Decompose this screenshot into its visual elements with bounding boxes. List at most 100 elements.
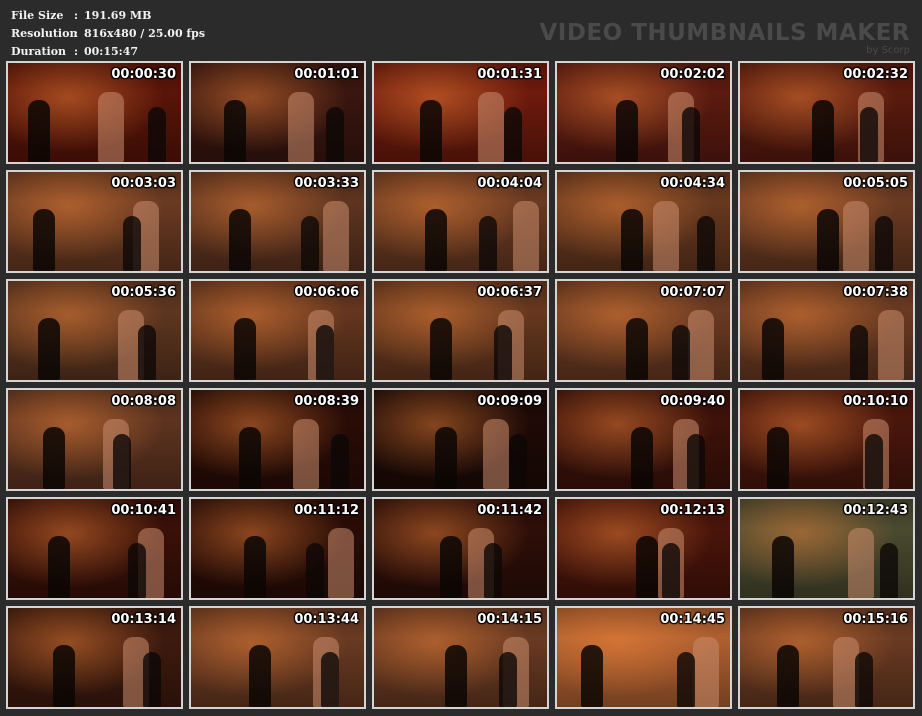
timestamp-label: 00:05:36 bbox=[111, 285, 176, 300]
timestamp-label: 00:10:10 bbox=[843, 394, 908, 409]
timestamp-label: 00:12:43 bbox=[843, 503, 908, 518]
file-size-value: 191.69 MB bbox=[84, 9, 152, 22]
figure-silhouette bbox=[138, 325, 156, 380]
figure-silhouette bbox=[848, 528, 874, 598]
duration-label: Duration bbox=[11, 45, 67, 58]
video-thumbnail[interactable]: 00:03:33 bbox=[189, 170, 366, 273]
resolution-value: 816x480 / 25.00 fps bbox=[84, 27, 206, 40]
video-thumbnail[interactable]: 00:10:10 bbox=[738, 388, 915, 491]
timestamp-label: 00:01:31 bbox=[477, 67, 542, 82]
figure-silhouette bbox=[817, 209, 839, 271]
video-thumbnail[interactable]: 00:09:40 bbox=[555, 388, 732, 491]
figure-silhouette bbox=[687, 434, 705, 489]
timestamp-label: 00:13:14 bbox=[111, 612, 176, 627]
video-thumbnail[interactable]: 00:07:07 bbox=[555, 279, 732, 382]
figure-silhouette bbox=[494, 325, 512, 380]
video-thumbnail[interactable]: 00:01:01 bbox=[189, 61, 366, 164]
figure-silhouette bbox=[143, 652, 161, 707]
video-thumbnail[interactable]: 00:10:41 bbox=[6, 497, 183, 600]
video-thumbnail[interactable]: 00:01:31 bbox=[372, 61, 549, 164]
figure-silhouette bbox=[331, 434, 349, 489]
timestamp-label: 00:01:01 bbox=[294, 67, 359, 82]
figure-silhouette bbox=[326, 107, 344, 162]
figure-silhouette bbox=[98, 92, 124, 162]
figure-silhouette bbox=[48, 536, 70, 598]
figure-silhouette bbox=[244, 536, 266, 598]
figure-silhouette bbox=[28, 100, 50, 162]
figure-silhouette bbox=[672, 325, 690, 380]
timestamp-label: 00:12:13 bbox=[660, 503, 725, 518]
figure-silhouette bbox=[38, 318, 60, 380]
timestamp-label: 00:11:42 bbox=[477, 503, 542, 518]
file-info-panel: File Size : 191.69 MB Resolution : 816x4… bbox=[11, 7, 205, 61]
timestamp-label: 00:04:04 bbox=[477, 176, 542, 191]
video-thumbnail[interactable]: 00:06:06 bbox=[189, 279, 366, 382]
timestamp-label: 00:09:40 bbox=[660, 394, 725, 409]
video-thumbnail[interactable]: 00:02:02 bbox=[555, 61, 732, 164]
duration-row: Duration : 00:15:47 bbox=[11, 43, 205, 61]
figure-silhouette bbox=[677, 652, 695, 707]
figure-silhouette bbox=[479, 216, 497, 271]
video-thumbnail[interactable]: 00:04:04 bbox=[372, 170, 549, 273]
watermark-title: VIDEO THUMBNAILS MAKER bbox=[539, 20, 910, 46]
video-thumbnail[interactable]: 00:04:34 bbox=[555, 170, 732, 273]
watermark: VIDEO THUMBNAILS MAKER by Scorp bbox=[539, 20, 910, 56]
figure-silhouette bbox=[513, 201, 539, 271]
video-thumbnail[interactable]: 00:12:13 bbox=[555, 497, 732, 600]
separator: : bbox=[74, 9, 79, 22]
figure-silhouette bbox=[772, 536, 794, 598]
duration-value: 00:15:47 bbox=[84, 45, 139, 58]
figure-silhouette bbox=[301, 216, 319, 271]
video-thumbnail[interactable]: 00:13:44 bbox=[189, 606, 366, 709]
figure-silhouette bbox=[113, 434, 131, 489]
timestamp-label: 00:02:02 bbox=[660, 67, 725, 82]
video-thumbnail[interactable]: 00:08:08 bbox=[6, 388, 183, 491]
thumbnail-grid: 00:00:30 00:01:01 00:01:31 00:02:02 00:02:32… bbox=[6, 61, 915, 709]
video-thumbnail[interactable]: 00:11:12 bbox=[189, 497, 366, 600]
figure-silhouette bbox=[662, 543, 680, 598]
timestamp-label: 00:03:03 bbox=[111, 176, 176, 191]
video-thumbnail[interactable]: 00:11:42 bbox=[372, 497, 549, 600]
timestamp-label: 00:14:15 bbox=[477, 612, 542, 627]
timestamp-label: 00:08:08 bbox=[111, 394, 176, 409]
video-thumbnail[interactable]: 00:13:14 bbox=[6, 606, 183, 709]
figure-silhouette bbox=[321, 652, 339, 707]
figure-silhouette bbox=[504, 107, 522, 162]
video-thumbnail[interactable]: 00:05:36 bbox=[6, 279, 183, 382]
figure-silhouette bbox=[293, 419, 319, 489]
figure-silhouette bbox=[148, 107, 166, 162]
figure-silhouette bbox=[306, 543, 324, 598]
figure-silhouette bbox=[440, 536, 462, 598]
video-thumbnail[interactable]: 00:05:05 bbox=[738, 170, 915, 273]
video-thumbnail[interactable]: 00:12:43 bbox=[738, 497, 915, 600]
figure-silhouette bbox=[53, 645, 75, 707]
figure-silhouette bbox=[855, 652, 873, 707]
video-thumbnail[interactable]: 00:15:16 bbox=[738, 606, 915, 709]
figure-silhouette bbox=[850, 325, 868, 380]
video-thumbnail[interactable]: 00:02:32 bbox=[738, 61, 915, 164]
figure-silhouette bbox=[224, 100, 246, 162]
video-thumbnail[interactable]: 00:00:30 bbox=[6, 61, 183, 164]
video-thumbnail[interactable]: 00:06:37 bbox=[372, 279, 549, 382]
figure-silhouette bbox=[323, 201, 349, 271]
figure-silhouette bbox=[688, 310, 714, 380]
video-thumbnail[interactable]: 00:09:09 bbox=[372, 388, 549, 491]
video-thumbnail[interactable]: 00:14:15 bbox=[372, 606, 549, 709]
figure-silhouette bbox=[875, 216, 893, 271]
timestamp-label: 00:06:06 bbox=[294, 285, 359, 300]
video-thumbnail[interactable]: 00:08:39 bbox=[189, 388, 366, 491]
figure-silhouette bbox=[288, 92, 314, 162]
video-thumbnail[interactable]: 00:14:45 bbox=[555, 606, 732, 709]
figure-silhouette bbox=[636, 536, 658, 598]
watermark-subtitle: by Scorp bbox=[866, 45, 910, 56]
figure-silhouette bbox=[430, 318, 452, 380]
figure-silhouette bbox=[229, 209, 251, 271]
figure-silhouette bbox=[445, 645, 467, 707]
figure-silhouette bbox=[880, 543, 898, 598]
figure-silhouette bbox=[682, 107, 700, 162]
video-thumbnail[interactable]: 00:07:38 bbox=[738, 279, 915, 382]
timestamp-label: 00:14:45 bbox=[660, 612, 725, 627]
figure-silhouette bbox=[420, 100, 442, 162]
timestamp-label: 00:06:37 bbox=[477, 285, 542, 300]
video-thumbnail[interactable]: 00:03:03 bbox=[6, 170, 183, 273]
